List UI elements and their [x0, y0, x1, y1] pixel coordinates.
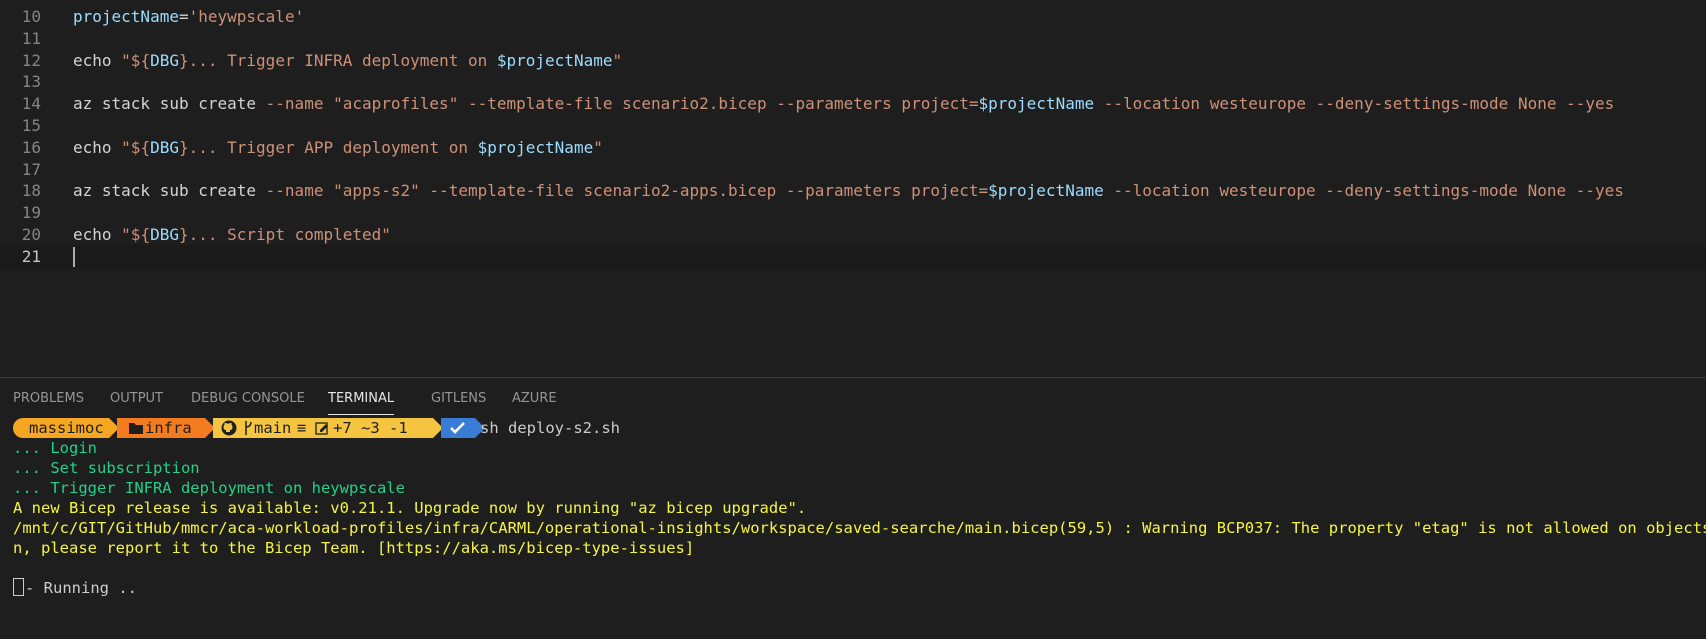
code-text: projectName='heywpscale' [73, 5, 304, 29]
line-number: 12 [21, 50, 41, 70]
code-line[interactable]: 15 [0, 114, 1706, 138]
tab-gitlens[interactable]: GITLENS [431, 391, 486, 406]
line-number: 13 [21, 72, 41, 92]
line-number: 18 [21, 181, 41, 201]
code-text: echo "${DBG}... Trigger INFRA deployment… [73, 49, 622, 73]
code-token: echo [73, 137, 122, 157]
tab-debug-console[interactable]: DEBUG CONSOLE [191, 391, 305, 406]
tab-output[interactable]: OUTPUT [110, 391, 163, 406]
terminal-line: ... Login [13, 439, 97, 457]
code-token: echo [73, 50, 122, 70]
line-number: 10 [21, 7, 41, 26]
line-number: 21 [21, 246, 41, 266]
bottom-panel: PROBLEMS OUTPUT DEBUG CONSOLE TERMINAL GITLE… [0, 378, 1706, 639]
prompt-changes: +7 ~3 -1 [333, 419, 408, 437]
folder-icon [129, 423, 143, 434]
line-number: 14 [21, 94, 41, 114]
code-token: "${ [121, 225, 151, 244]
code-line[interactable]: 11 [0, 27, 1706, 51]
code-token: echo [73, 225, 122, 244]
terminal-command: sh deploy-s2.sh [480, 419, 620, 437]
terminal-line: ... Trigger INFRA deployment on heywpsca… [13, 479, 405, 497]
code-line[interactable]: 16 echo "${DBG}... Trigger APP deployment… [0, 136, 1706, 160]
line-number: 17 [21, 159, 41, 179]
code-line[interactable]: 13 [0, 70, 1706, 94]
code-token: $projectName [496, 50, 613, 70]
line-number: 11 [21, 28, 41, 48]
check-icon [450, 422, 465, 434]
text-cursor [73, 246, 75, 267]
line-number: 16 [21, 137, 41, 157]
code-text: echo "${DBG}... Trigger APP deployment o… [73, 136, 603, 160]
code-token: }... Script completed" [178, 225, 391, 244]
code-line[interactable]: 14 az stack sub create --name "acaprofile… [0, 92, 1706, 116]
code-text: echo "${DBG}... Script completed" [73, 223, 391, 247]
code-token: "${ [121, 50, 151, 70]
code-text: az stack sub create --name "acaprofiles"… [73, 92, 1614, 116]
code-token: 'heywpscale' [188, 7, 305, 26]
code-token: --location westeurope --deny-settings-mo… [1094, 94, 1615, 114]
code-token: --name [265, 181, 334, 201]
code-token: }... Trigger APP deployment on [178, 137, 478, 157]
edit-icon [315, 422, 328, 435]
code-token: "acaprofiles" [333, 94, 468, 114]
code-token: projectName [73, 7, 179, 26]
line-number: 20 [21, 225, 41, 244]
prompt-branch: main [254, 419, 292, 437]
code-token: DBG [150, 137, 179, 157]
panel-tabs: PROBLEMS OUTPUT DEBUG CONSOLE TERMINAL GITLE… [0, 378, 1706, 420]
terminal-line: n, please report it to the Bicep Team. [… [13, 539, 695, 557]
code-line[interactable]: 18 az stack sub create --name "apps-s2" -… [0, 179, 1706, 203]
code-line[interactable]: 21 [0, 244, 1706, 269]
code-token: }... Trigger INFRA deployment on [178, 50, 497, 70]
prompt-user: massimoc [29, 419, 104, 437]
code-token: "${ [121, 137, 151, 157]
code-line[interactable]: 20 echo "${DBG}... Script completed" [0, 223, 1706, 247]
code-token: --template-file scenario2-apps.bicep --p… [429, 181, 989, 201]
code-token: $projectName [988, 181, 1104, 201]
code-token: az stack sub create [73, 181, 266, 201]
code-line[interactable]: 19 [0, 201, 1706, 225]
code-text: az stack sub create --name "apps-s2" --t… [73, 179, 1624, 203]
code-token: "apps-s2" [333, 181, 430, 201]
terminal-line: /mnt/c/GIT/GitHub/mmcr/aca-workload-prof… [13, 519, 1706, 537]
line-number: 19 [21, 203, 41, 223]
prompt-folder: infra [145, 419, 192, 437]
tab-problems[interactable]: PROBLEMS [13, 391, 84, 406]
code-editor[interactable]: 10 projectName='heywpscale' 11 12 echo "${DB… [0, 0, 1706, 377]
code-token: --location westeurope --deny-settings-mo… [1103, 181, 1624, 201]
running-status: - Running .. [25, 579, 137, 597]
tab-azure[interactable]: AZURE [512, 391, 557, 406]
code-token: $projectName [978, 94, 1095, 114]
code-token: DBG [150, 50, 179, 70]
code-token: --template-file scenario2.bicep --parame… [467, 94, 979, 114]
github-icon [221, 420, 237, 436]
code-token: --name [265, 94, 334, 114]
tab-terminal[interactable]: TERMINAL [328, 391, 395, 415]
code-token: = [178, 7, 189, 26]
terminal-line: A new Bicep release is available: v0.21.… [13, 499, 807, 517]
code-token: az stack sub create [73, 94, 266, 114]
code-token: " [593, 137, 603, 157]
terminal-line: ... Set subscription [13, 459, 200, 477]
spinner-icon [13, 578, 24, 596]
terminal-line: - Running .. [13, 578, 137, 598]
code-token: " [612, 50, 623, 70]
code-line[interactable]: 10 projectName='heywpscale' [0, 5, 1706, 29]
code-token: $projectName [477, 137, 594, 157]
branch-icon [245, 421, 252, 435]
code-token: DBG [150, 225, 179, 244]
line-number: 15 [21, 116, 41, 135]
prompt-git-status: ≡ [297, 419, 307, 437]
code-line[interactable]: 12 echo "${DBG}... Trigger INFRA deployme… [0, 49, 1706, 73]
code-line[interactable]: 17 [0, 158, 1706, 182]
